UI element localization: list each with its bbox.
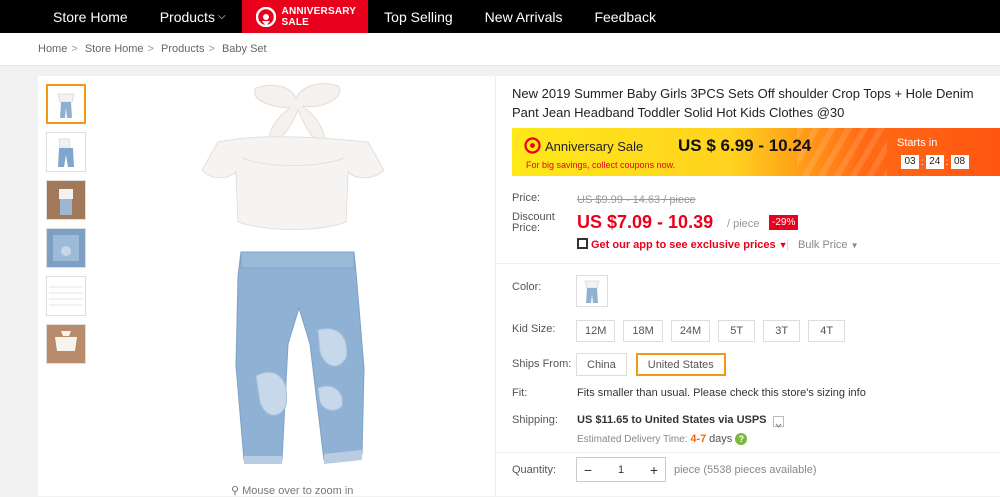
- banner-starts-in: Starts in: [897, 137, 938, 149]
- quantity-input[interactable]: 1: [599, 464, 643, 476]
- anniversary-line1: ANNIVERSARY: [281, 5, 357, 17]
- section-divider: [497, 263, 1000, 264]
- thumbnail-jeans-detail[interactable]: [46, 228, 86, 268]
- quantity-label: Quantity:: [512, 464, 557, 476]
- fit-label: Fit:: [512, 387, 528, 399]
- banner-subtext: For big savings, collect coupons now.: [526, 160, 676, 170]
- quantity-stepper: − 1 +: [576, 457, 666, 482]
- nav-new-arrivals[interactable]: New Arrivals: [469, 0, 579, 33]
- nav-products-label: Products: [159, 8, 215, 25]
- breadcrumb-separator: >: [147, 43, 154, 55]
- nav-anniversary-sale[interactable]: ANNIVERSARY SALE: [241, 0, 369, 33]
- shipping-label: Shipping:: [512, 414, 558, 426]
- banner-price-range: US $ 6.99 - 10.24: [678, 136, 812, 155]
- zoom-hint: ⚲ Mouse over to zoom in: [231, 484, 353, 497]
- timer-colon: :: [945, 156, 949, 168]
- zoom-hint-text: Mouse over to zoom in: [242, 485, 354, 497]
- anniversary-sale-icon: [524, 137, 541, 159]
- price-label: Price:: [512, 192, 541, 204]
- qr-code-icon: [577, 238, 588, 249]
- timer-hours: 03: [901, 155, 919, 169]
- thumbnail-model-1[interactable]: [46, 180, 86, 220]
- nav-top-selling[interactable]: Top Selling: [368, 0, 469, 33]
- zoom-magnifier-icon: ⚲: [231, 485, 240, 497]
- availability-text: piece (5538 pieces available): [674, 464, 817, 476]
- section-divider: [497, 452, 1000, 453]
- nav-products[interactable]: Products ⌵: [144, 0, 242, 33]
- delivery-days: days: [709, 433, 733, 445]
- chevron-down-icon: ⌵: [217, 11, 226, 22]
- delivery-range: 4-7: [690, 433, 707, 445]
- anniversary-banner: Anniversary Sale US $ 6.99 - 10.24 For b…: [512, 128, 1000, 176]
- nav-top-selling-label: Top Selling: [384, 8, 453, 25]
- product-main-image[interactable]: [178, 76, 408, 482]
- ships-from-label: Ships From:: [512, 358, 572, 370]
- help-icon[interactable]: ?: [735, 433, 748, 445]
- anniversary-line2: SALE: [281, 16, 310, 28]
- decrease-quantity-button[interactable]: −: [577, 462, 599, 478]
- ships-from-options: China United States: [576, 353, 726, 376]
- size-option[interactable]: 24M: [670, 320, 711, 342]
- fit-text: Fits smaller than usual. Please check th…: [577, 387, 866, 399]
- size-option[interactable]: 5T: [718, 320, 756, 342]
- discount-price: US $7.09 - 10.39: [577, 212, 714, 232]
- per-piece-unit: / piece: [727, 218, 760, 230]
- shipping-dropdown-icon[interactable]: [773, 416, 784, 428]
- anniversary-logo-icon: [255, 6, 276, 27]
- thumbnail-size-chart[interactable]: [46, 276, 86, 316]
- nav-new-arrivals-label: New Arrivals: [484, 8, 563, 25]
- timer-seconds: 08: [950, 155, 969, 169]
- ships-from-united-states[interactable]: United States: [635, 353, 726, 376]
- breadcrumb-baby-set[interactable]: Baby Set: [222, 43, 267, 55]
- increase-quantity-button[interactable]: +: [643, 462, 665, 478]
- breadcrumb-separator: >: [71, 43, 78, 55]
- estimated-delivery: Estimated Delivery Time: 4-7 days?: [577, 433, 748, 445]
- bulk-price-label: Bulk Price: [798, 239, 848, 251]
- breadcrumb: Home > Store Home > Products > Baby Set: [38, 43, 271, 55]
- delivery-prefix: Estimated Delivery Time:: [577, 434, 688, 445]
- size-option[interactable]: 4T: [808, 320, 846, 342]
- discount-badge: -29%: [769, 215, 799, 230]
- breadcrumb-products[interactable]: Products: [161, 43, 204, 55]
- discount-label-2: Price:: [512, 222, 541, 234]
- breadcrumb-separator: >: [208, 43, 215, 55]
- nav-store-home-label: Store Home: [53, 8, 128, 25]
- breadcrumb-home[interactable]: Home: [38, 43, 67, 55]
- timer-colon: :: [921, 156, 924, 168]
- column-divider: [495, 76, 496, 496]
- size-option[interactable]: 12M: [576, 320, 616, 342]
- size-label: Kid Size:: [512, 323, 556, 335]
- caret-down-icon: ▼: [850, 241, 859, 250]
- thumbnail-outfit[interactable]: [46, 84, 86, 124]
- breadcrumb-bar: Home > Store Home > Products > Baby Set: [0, 33, 1000, 66]
- size-options: 12M 18M 24M 5T 3T 4T: [576, 320, 846, 342]
- get-app-text: Get our app to see exclusive prices: [591, 239, 776, 251]
- thumbnail-top[interactable]: [46, 324, 86, 364]
- breadcrumb-store-home[interactable]: Store Home: [85, 43, 144, 55]
- thumbnail-list: [46, 84, 86, 372]
- ships-from-china[interactable]: China: [576, 353, 627, 376]
- banner-label: Anniversary Sale: [545, 139, 644, 154]
- timer-minutes: 24: [925, 155, 944, 169]
- old-price: US $9.99 - 14.63 / piece: [577, 194, 696, 206]
- size-option[interactable]: 3T: [763, 320, 801, 342]
- shipping-text: US $11.65 to United States via USPS: [577, 414, 767, 426]
- nav-feedback[interactable]: Feedback: [578, 0, 671, 33]
- product-title-display: New 2019 Summer Baby Girls 3PCS Sets Off…: [512, 86, 974, 120]
- nav-feedback-label: Feedback: [594, 8, 656, 25]
- size-option[interactable]: 18M: [623, 320, 663, 342]
- nav-store-home[interactable]: Store Home: [0, 0, 144, 33]
- color-swatch[interactable]: [576, 275, 608, 307]
- countdown-timer: 03: 24: 08: [901, 155, 969, 169]
- get-app-link[interactable]: Get our app to see exclusive prices ▼: [577, 238, 788, 251]
- color-label: Color:: [512, 281, 542, 293]
- thumbnail-jeans[interactable]: [46, 132, 86, 172]
- top-nav: Store Home Products ⌵ ANNIVERSARY SALE Top…: [0, 0, 1000, 33]
- bulk-price-dropdown[interactable]: Bulk Price ▼: [787, 239, 859, 251]
